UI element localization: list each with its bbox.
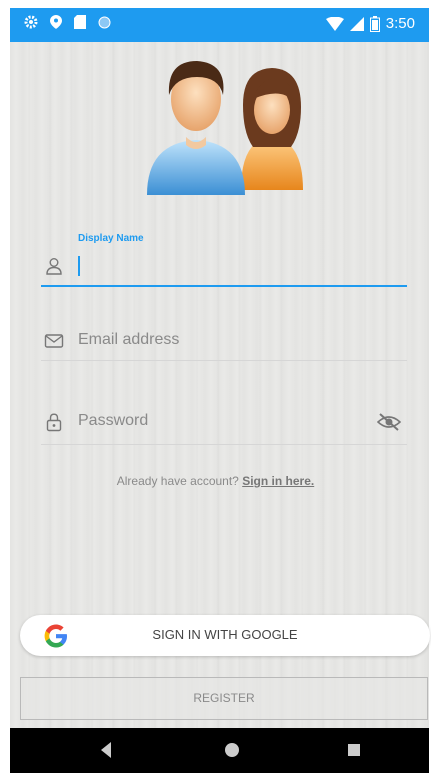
status-bar: 3:50	[10, 8, 429, 42]
signal-icon	[349, 16, 364, 31]
recents-icon[interactable]	[348, 744, 360, 756]
home-icon[interactable]	[225, 743, 239, 757]
display-name-field[interactable]	[41, 250, 407, 287]
google-signin-button[interactable]: SIGN IN WITH GOOGLE	[20, 615, 430, 656]
google-signin-label: SIGN IN WITH GOOGLE	[152, 627, 298, 642]
battery-icon	[369, 15, 380, 32]
navigation-bar	[10, 728, 429, 773]
lock-icon	[46, 413, 62, 432]
mail-icon	[44, 334, 64, 348]
sd-card-icon	[74, 15, 86, 29]
eye-off-icon[interactable]	[377, 412, 401, 432]
wifi-icon	[325, 16, 344, 31]
password-field[interactable]: Password	[41, 406, 407, 445]
register-button[interactable]: REGISTER	[20, 677, 428, 720]
signin-prompt: Already have account? Sign in here.	[0, 474, 431, 488]
status-time: 3:50	[385, 15, 415, 32]
register-label: REGISTER	[193, 691, 255, 705]
password-placeholder: Password	[78, 412, 149, 429]
user-icon	[46, 258, 62, 275]
settings-icon	[24, 15, 38, 29]
sync-icon	[98, 16, 111, 28]
signin-prompt-text: Already have account?	[116, 474, 239, 488]
signin-link[interactable]: Sign in here.	[242, 474, 314, 488]
back-icon[interactable]	[101, 742, 111, 758]
display-name-label: Display Name	[78, 233, 144, 244]
users-avatar-illustration	[147, 61, 303, 195]
location-icon	[50, 15, 62, 29]
text-cursor	[78, 256, 80, 276]
email-placeholder: Email address	[78, 331, 180, 348]
email-field[interactable]: Email address	[41, 325, 407, 361]
